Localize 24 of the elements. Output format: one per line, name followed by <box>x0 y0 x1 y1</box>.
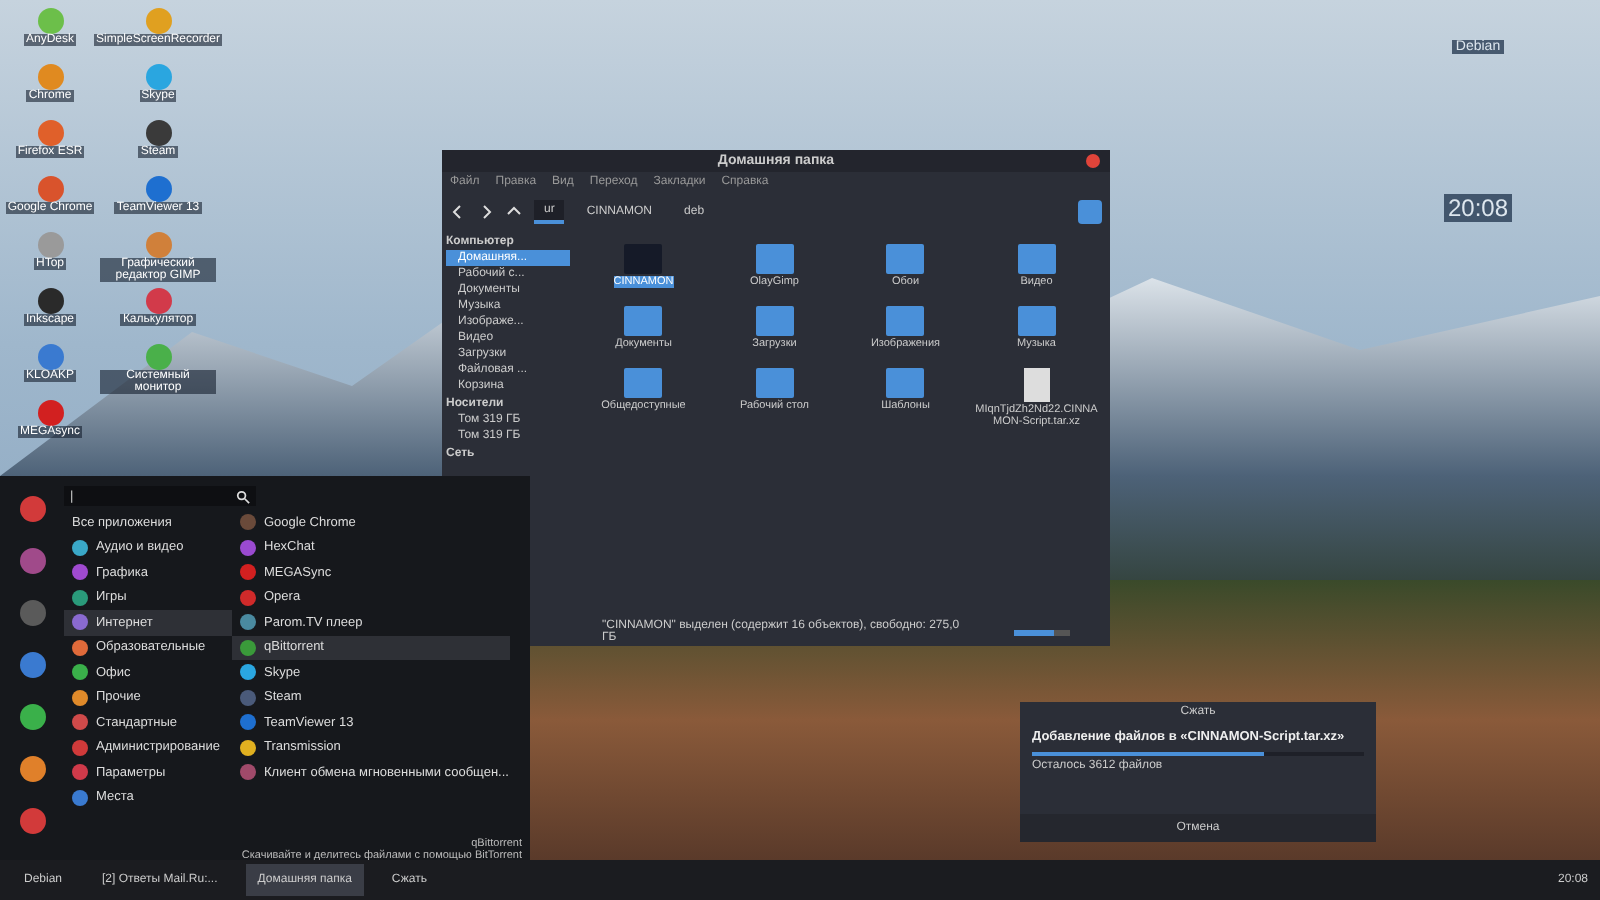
favorite-icon[interactable] <box>19 704 45 730</box>
back-icon[interactable] <box>450 204 466 220</box>
folder-icon[interactable] <box>1017 244 1056 274</box>
favorite-icon[interactable] <box>19 756 45 782</box>
search-icon[interactable] <box>236 489 250 503</box>
zoom-slider[interactable] <box>1014 629 1070 635</box>
forward-icon[interactable] <box>478 204 494 220</box>
folder-icon[interactable] <box>755 244 794 274</box>
folder-icon[interactable] <box>886 244 925 274</box>
up-icon[interactable] <box>506 204 522 220</box>
folder-icon[interactable] <box>624 368 663 398</box>
folder-icon[interactable] <box>624 306 663 336</box>
folder-icon[interactable] <box>886 368 925 398</box>
favorite-icon[interactable] <box>19 496 45 522</box>
folder-icon[interactable] <box>755 368 794 398</box>
favorite-icon[interactable] <box>19 652 45 678</box>
folder-icon[interactable] <box>755 306 794 336</box>
folder-icon[interactable] <box>1017 306 1056 336</box>
close-icon[interactable] <box>1086 154 1100 168</box>
file-icon[interactable] <box>1023 368 1050 402</box>
favorite-icon[interactable] <box>19 548 45 574</box>
favorite-icon[interactable] <box>19 808 45 834</box>
conky-clock: 20:08 <box>1443 194 1513 222</box>
folder-icon[interactable] <box>886 306 925 336</box>
